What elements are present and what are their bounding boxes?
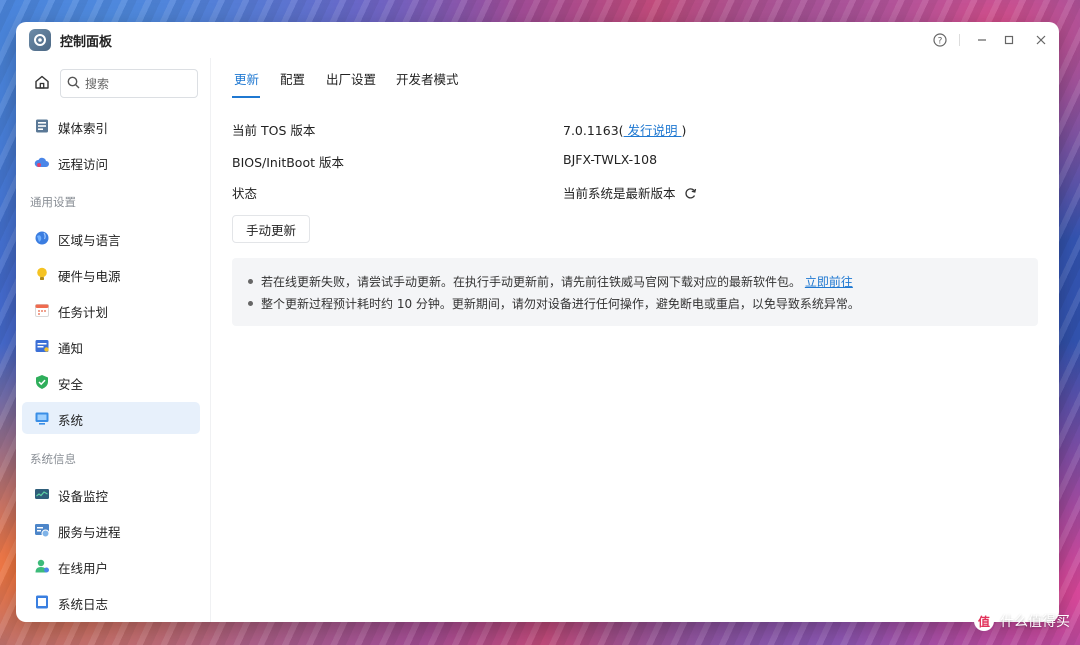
sidebar-item-label: 任务计划	[58, 305, 109, 320]
notice-line-1: 若在线更新失败，请尝试手动更新。在执行手动更新前，请先前往铁威马官网下载对应的最…	[248, 273, 853, 290]
control-panel-app-icon	[29, 29, 51, 51]
search-icon	[67, 76, 80, 89]
sidebar-item-label: 在线用户	[58, 561, 109, 576]
sidebar-item-system-log[interactable]: 系统日志	[22, 586, 200, 618]
section-title-system-info: 系统信息	[30, 452, 76, 466]
window-title: 控制面板	[60, 35, 113, 50]
update-notice: 若在线更新失败，请尝试手动更新。在执行手动更新前，请先前往铁威马官网下载对应的最…	[232, 258, 1038, 326]
search-box[interactable]	[60, 69, 198, 98]
sidebar-divider	[210, 58, 211, 622]
watermark-text: 什么值得买	[1000, 614, 1070, 630]
sidebar-item-notification[interactable]: 通知	[22, 330, 200, 362]
sidebar-item-label: 设备监控	[58, 489, 109, 504]
sidebar-item-label: 区域与语言	[58, 233, 121, 248]
sidebar-item-online-users[interactable]: 在线用户	[22, 550, 200, 582]
svg-text:?: ?	[938, 37, 943, 47]
tos-version-close-paren: )	[681, 123, 687, 138]
section-title-general: 通用设置	[30, 195, 76, 209]
search-input[interactable]	[83, 73, 193, 94]
manual-update-button[interactable]: 手动更新	[232, 215, 310, 243]
sidebar-item-label: 远程访问	[58, 157, 109, 172]
tab-developer-mode[interactable]: 开发者模式	[396, 69, 459, 88]
calendar-icon	[35, 304, 49, 317]
tos-version-value: 7.0.1163( 发行说明 )	[563, 120, 686, 139]
sidebar-item-label: 系统日志	[58, 597, 109, 612]
close-button[interactable]	[1031, 30, 1051, 50]
sidebar-item-media-index[interactable]: 媒体索引	[22, 110, 200, 142]
sidebar-item-label: 服务与进程	[58, 525, 121, 540]
cloud-icon	[34, 157, 49, 167]
device-monitor-icon	[35, 489, 49, 499]
sidebar-item-device-monitor[interactable]: 设备监控	[22, 478, 200, 510]
watermark: 值 什么值得买	[974, 611, 1070, 631]
minimize-button[interactable]	[972, 30, 992, 50]
tos-version-number: 7.0.1163(	[563, 123, 624, 138]
active-tab-indicator	[232, 96, 260, 98]
title-bar: 控制面板 ?	[16, 22, 1059, 58]
sidebar-item-task-schedule[interactable]: 任务计划	[22, 294, 200, 326]
title-divider	[959, 34, 960, 46]
sidebar-item-security[interactable]: 安全	[22, 366, 200, 398]
sidebar-item-hardware-power[interactable]: 硬件与电源	[22, 258, 200, 290]
user-icon	[35, 559, 49, 573]
sidebar-item-services-processes[interactable]: 服务与进程	[22, 514, 200, 546]
refresh-icon[interactable]	[684, 187, 697, 200]
sidebar-item-remote-access[interactable]: 远程访问	[22, 146, 200, 178]
notice-text-2: 整个更新过程预计耗时约 10 分钟。更新期间，请勿对设备进行任何操作，避免断电或…	[261, 297, 860, 311]
sidebar-item-label: 硬件与电源	[58, 269, 121, 284]
sidebar-item-label: 安全	[58, 377, 84, 392]
smzdm-logo-icon: 值	[974, 611, 994, 631]
services-icon	[35, 524, 50, 538]
tab-factory-settings[interactable]: 出厂设置	[326, 69, 376, 88]
monitor-icon	[35, 412, 49, 425]
globe-icon	[35, 231, 49, 245]
home-icon[interactable]	[30, 70, 54, 94]
tab-config[interactable]: 配置	[280, 69, 305, 88]
media-index-icon	[36, 119, 48, 133]
sidebar-item-label: 系统	[58, 413, 84, 428]
bios-version-label: BIOS/InitBoot 版本	[232, 155, 344, 170]
notice-line-2: 整个更新过程预计耗时约 10 分钟。更新期间，请勿对设备进行任何操作，避免断电或…	[248, 295, 860, 312]
log-icon	[36, 595, 48, 609]
status-text: 当前系统是最新版本	[563, 186, 676, 201]
go-now-link[interactable]: 立即前往	[805, 275, 853, 289]
release-notes-link[interactable]: 发行说明	[624, 123, 682, 138]
bullet-icon	[248, 279, 253, 284]
maximize-button[interactable]	[999, 30, 1019, 50]
sidebar-item-system[interactable]: 系统	[22, 402, 200, 434]
lightbulb-icon	[37, 267, 47, 280]
sidebar-item-label: 通知	[58, 341, 84, 356]
notice-text-1: 若在线更新失败，请尝试手动更新。在执行手动更新前，请先前往铁威马官网下载对应的最…	[261, 275, 802, 289]
notification-icon	[35, 340, 49, 352]
bullet-icon	[248, 301, 253, 306]
help-icon[interactable]: ?	[930, 30, 950, 50]
control-panel-window: 控制面板 ? 媒体索引 远程访问 通用设置	[16, 22, 1059, 622]
sidebar: 媒体索引 远程访问 通用设置 区域与语言 硬件与电源 任务计划 通知 安全	[16, 58, 210, 622]
sidebar-item-region-language[interactable]: 区域与语言	[22, 222, 200, 254]
sidebar-item-label: 媒体索引	[58, 121, 109, 136]
bios-version-value: BJFX-TWLX-108	[563, 152, 658, 167]
tos-version-label: 当前 TOS 版本	[232, 123, 316, 138]
status-label: 状态	[232, 186, 258, 201]
shield-icon	[36, 375, 48, 389]
status-value: 当前系统是最新版本	[563, 183, 697, 202]
tab-update[interactable]: 更新	[234, 69, 259, 88]
